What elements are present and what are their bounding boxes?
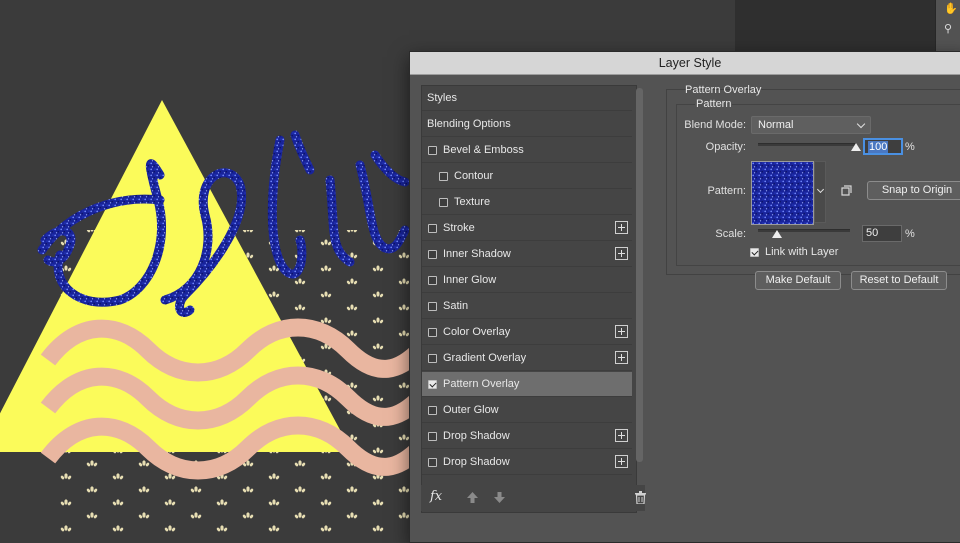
checkbox-icon[interactable]: [428, 353, 437, 363]
style-item-color-overlay[interactable]: Color Overlay: [422, 320, 632, 345]
add-effect-icon[interactable]: [615, 429, 628, 442]
style-item-label: Inner Shadow: [443, 248, 511, 260]
style-item-bevel-emboss[interactable]: Bevel & Emboss: [422, 138, 632, 163]
opacity-label: Opacity:: [705, 141, 746, 153]
checkbox-icon[interactable]: [439, 197, 448, 207]
add-effect-icon[interactable]: [615, 221, 628, 234]
snap-to-origin-button[interactable]: Snap to Origin: [867, 181, 960, 200]
checkbox-icon[interactable]: [428, 145, 437, 155]
group-title: Pattern: [695, 98, 733, 110]
chevron-down-icon: [856, 119, 866, 129]
checkbox-icon[interactable]: [428, 249, 437, 259]
move-down-icon[interactable]: [494, 492, 505, 503]
style-item-satin[interactable]: Satin: [422, 294, 632, 319]
style-item-label: Texture: [454, 196, 491, 208]
style-item-label: Styles: [427, 92, 457, 104]
style-item-label: Pattern Overlay: [443, 378, 520, 390]
trash-icon[interactable]: [635, 491, 646, 504]
style-item-blending-options[interactable]: Blending Options: [422, 112, 632, 137]
opacity-slider[interactable]: [758, 143, 856, 146]
link-with-layer-label: Link with Layer: [765, 246, 839, 258]
style-item-label: Drop Shadow: [443, 456, 510, 468]
style-item-contour[interactable]: Contour: [422, 164, 632, 189]
checkbox-icon[interactable]: [428, 431, 437, 441]
style-item-label: Satin: [443, 300, 469, 312]
style-item-gradient-overlay[interactable]: Gradient Overlay: [422, 346, 632, 371]
style-item-label: Color Overlay: [443, 326, 511, 338]
opacity-slider-thumb[interactable]: [851, 143, 861, 151]
move-up-icon[interactable]: [467, 492, 478, 503]
style-item-label: Gradient Overlay: [443, 352, 527, 364]
style-item-label: Inner Glow: [443, 274, 497, 286]
scale-label: Scale:: [715, 228, 746, 240]
style-item-label: Blending Options: [427, 118, 511, 130]
new-preset-icon[interactable]: [841, 185, 852, 196]
style-item-label: Outer Glow: [443, 404, 499, 416]
dialog-title: Layer Style: [410, 52, 960, 75]
tools-column: ✋ ⚲: [935, 0, 960, 52]
opacity-percent: %: [905, 141, 915, 153]
checkbox-icon[interactable]: [428, 223, 437, 233]
style-item-inner-glow[interactable]: Inner Glow: [422, 268, 632, 293]
checkbox-icon[interactable]: [428, 457, 437, 467]
blend-mode-select[interactable]: Normal: [751, 116, 871, 134]
add-effect-icon[interactable]: [615, 247, 628, 260]
styles-list: Styles Blending Options Bevel & Emboss Cont…: [421, 85, 637, 513]
style-item-label: Bevel & Emboss: [443, 144, 524, 156]
style-item-texture[interactable]: Texture: [422, 190, 632, 215]
style-item-drop-shadow[interactable]: Drop Shadow: [422, 450, 632, 475]
scale-input[interactable]: 50: [862, 225, 902, 242]
add-effect-icon[interactable]: [615, 455, 628, 468]
add-effect-icon[interactable]: [615, 351, 628, 364]
style-item-label: Stroke: [443, 222, 475, 234]
add-effect-icon[interactable]: [615, 325, 628, 338]
scale-slider-thumb[interactable]: [772, 230, 783, 238]
style-item-stroke[interactable]: Stroke: [422, 216, 632, 241]
panel-strip: [735, 0, 960, 52]
checkbox-icon[interactable]: [428, 301, 437, 311]
checkbox-icon[interactable]: [428, 405, 437, 415]
pattern-label: Pattern:: [707, 185, 746, 197]
style-item-inner-shadow[interactable]: Inner Shadow: [422, 242, 632, 267]
style-item-label: Drop Shadow: [443, 430, 510, 442]
pattern-picker-button[interactable]: [814, 161, 826, 223]
style-item-drop-shadow[interactable]: Drop Shadow: [422, 424, 632, 449]
style-item-outer-glow[interactable]: Outer Glow: [422, 398, 632, 423]
pattern-swatch[interactable]: [751, 161, 814, 225]
checkbox-icon[interactable]: [428, 327, 437, 337]
scale-percent: %: [905, 228, 915, 240]
blend-mode-value: Normal: [758, 119, 794, 131]
chevron-down-icon: [816, 185, 825, 194]
style-item-pattern-overlay[interactable]: Pattern Overlay: [422, 372, 632, 397]
hand-icon[interactable]: ✋: [944, 2, 958, 15]
link-with-layer[interactable]: Link with Layer: [750, 246, 838, 258]
styles-bottom-bar: fx: [421, 485, 646, 511]
checkbox-icon[interactable]: [428, 379, 437, 389]
section-title: Pattern Overlay: [685, 84, 762, 96]
style-item-styles[interactable]: Styles: [422, 86, 632, 111]
style-item-label: Contour: [454, 170, 494, 182]
checkbox-icon[interactable]: [750, 247, 759, 257]
styles-scrollbar[interactable]: [636, 88, 643, 462]
blend-mode-label: Blend Mode:: [684, 119, 746, 131]
layer-style-dialog: Layer Style Styles Blending Options Bevel …: [409, 51, 960, 543]
fx-icon[interactable]: fx: [430, 489, 442, 504]
reset-to-default-button[interactable]: Reset to Default: [851, 271, 947, 290]
make-default-button[interactable]: Make Default: [755, 271, 841, 290]
checkbox-icon[interactable]: [428, 275, 437, 285]
zoom-icon[interactable]: ⚲: [944, 22, 952, 35]
opacity-input[interactable]: 100: [863, 138, 903, 155]
checkbox-icon[interactable]: [439, 171, 448, 181]
